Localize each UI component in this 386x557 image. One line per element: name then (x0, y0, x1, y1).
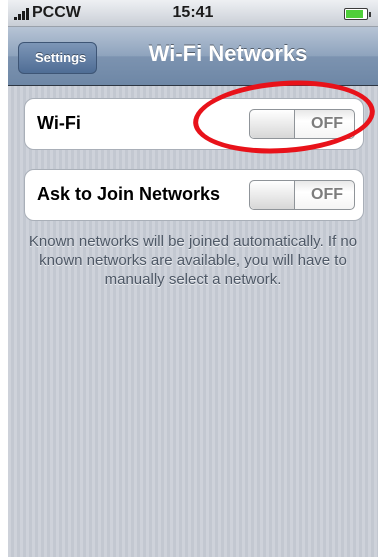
settings-back-button[interactable]: Settings (18, 42, 98, 74)
ask-to-join-toggle-knob (250, 181, 295, 209)
info-text: Known networks will be joined automatica… (28, 233, 358, 288)
status-bar: PCCW 15:41 (8, 0, 378, 27)
page-title: Wi-Fi Networks (148, 41, 308, 66)
ask-to-join-label: Ask to Join Networks (37, 184, 221, 204)
battery-fill (346, 10, 363, 18)
wifi-label: Wi-Fi (37, 113, 81, 133)
status-time: 15:41 (172, 4, 214, 21)
battery-icon (344, 8, 371, 20)
ask-to-join-toggle[interactable]: OFF (249, 180, 355, 210)
navigation-bar: Settings Wi-Fi Networks (8, 27, 378, 86)
ask-to-join-toggle-state: OFF (311, 186, 343, 203)
ask-to-join-row: Ask to Join Networks OFF (24, 169, 364, 221)
